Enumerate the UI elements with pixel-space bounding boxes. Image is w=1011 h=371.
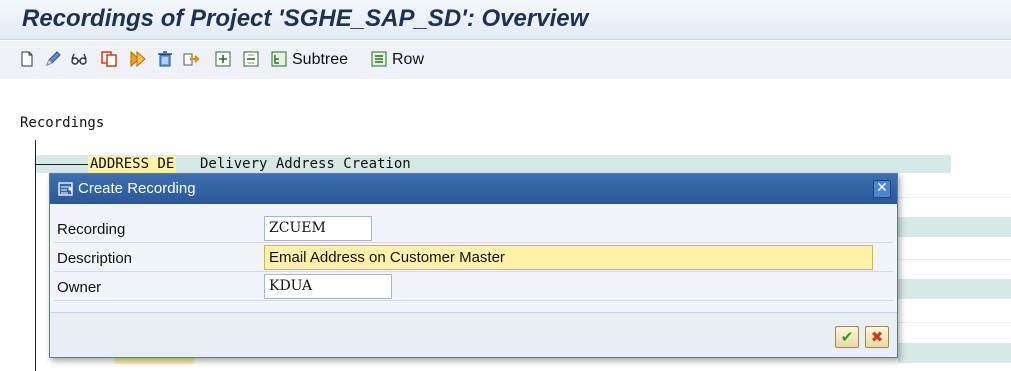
description-input[interactable]: Email Address on Customer Master	[264, 245, 873, 270]
execute-icon[interactable]	[128, 50, 146, 68]
confirm-button[interactable]: ✔	[835, 326, 859, 348]
collapse-icon[interactable]	[242, 50, 260, 68]
row-icon[interactable]	[370, 50, 388, 68]
cancel-button[interactable]: ✖	[865, 326, 889, 348]
row-divider	[898, 197, 1011, 198]
recording-label: Recording	[57, 221, 126, 238]
dialog-header: Create Recording ✕	[50, 174, 897, 204]
tree-row-id-highlight	[115, 358, 195, 364]
tree-root-label: Recordings	[20, 115, 105, 131]
recording-description[interactable]: Delivery Address Creation	[200, 156, 411, 172]
tree-row-background	[898, 343, 1011, 363]
glasses-display-icon[interactable]	[70, 50, 88, 68]
row-divider	[898, 259, 1011, 260]
tree-branch	[36, 164, 88, 165]
copy-icon[interactable]	[100, 50, 118, 68]
tree-connector	[35, 140, 36, 371]
checkmark-icon: ✔	[840, 328, 854, 346]
owner-field-row: Owner KDUA	[54, 274, 893, 301]
description-field-row: Description Email Address on Customer Ma…	[54, 245, 893, 272]
page-title: Recordings of Project 'SGHE_SAP_SD': Ove…	[22, 5, 589, 32]
description-label: Description	[57, 250, 133, 267]
edit-pencil-icon[interactable]	[44, 50, 62, 68]
owner-input[interactable]: KDUA	[264, 274, 392, 299]
cancel-x-icon: ✖	[870, 328, 884, 346]
row-button[interactable]: Row	[392, 51, 424, 69]
owner-label: Owner	[57, 279, 102, 296]
subtree-icon[interactable]	[270, 50, 288, 68]
recording-input[interactable]: ZCUEM	[264, 216, 372, 241]
row-divider	[898, 322, 1011, 323]
dialog-title: Create Recording	[78, 180, 196, 197]
close-icon[interactable]: ✕	[873, 180, 891, 198]
recording-field-row: Recording ZCUEM	[54, 216, 893, 243]
import-icon[interactable]	[182, 50, 200, 68]
create-recording-dialog: Create Recording ✕ Recording ZCUEM Descr…	[49, 173, 898, 358]
dialog-footer: ✔ ✖	[50, 312, 897, 357]
delete-trash-icon[interactable]	[156, 50, 174, 68]
tree-row-background	[898, 279, 1011, 299]
dialog-window-icon	[58, 182, 73, 196]
expand-icon[interactable]	[214, 50, 232, 68]
subtree-button[interactable]: Subtree	[292, 51, 348, 69]
application-toolbar: Subtree Row	[0, 41, 1011, 79]
new-document-icon[interactable]	[18, 50, 36, 68]
title-bar: Recordings of Project 'SGHE_SAP_SD': Ove…	[0, 0, 1011, 40]
tree-row-background	[898, 217, 1011, 237]
recording-id[interactable]: ADDRESS DE	[88, 156, 177, 174]
